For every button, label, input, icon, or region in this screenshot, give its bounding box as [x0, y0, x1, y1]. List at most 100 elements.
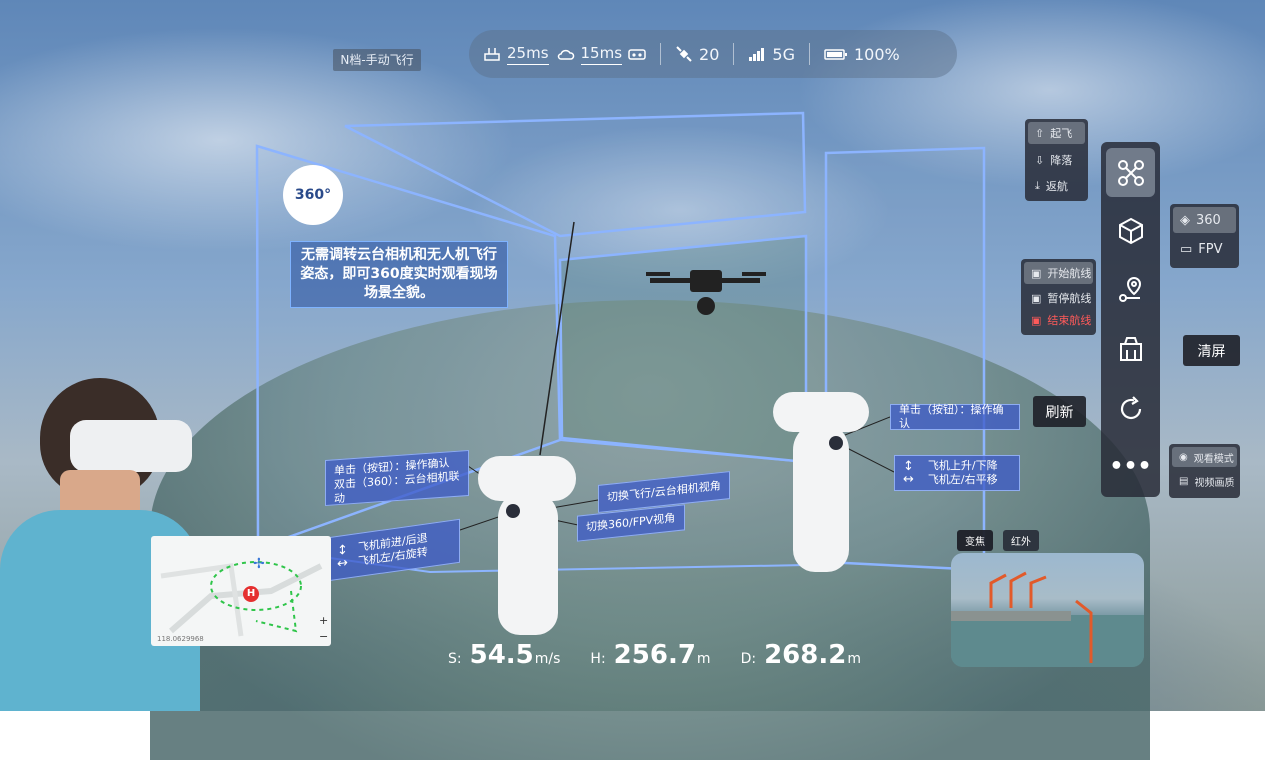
- height-label: H:: [590, 651, 606, 667]
- land-label: 降落: [1050, 154, 1073, 167]
- refresh-tooltip: 刷新: [1033, 396, 1086, 427]
- route-pin-icon: [1118, 276, 1141, 302]
- route-button[interactable]: [1106, 264, 1155, 313]
- battery-status: 100%: [824, 45, 900, 64]
- cloud-latency: 15ms: [557, 44, 647, 65]
- battery-icon: [824, 49, 847, 60]
- cloud-icon: [557, 49, 574, 60]
- distance-label: D:: [740, 651, 757, 667]
- video-quality-label: 视频画质: [1194, 477, 1235, 489]
- vr-headset: [70, 420, 192, 472]
- speed-readout: S: 54.5 m/s: [448, 640, 560, 670]
- distance-readout: D: 268.2 m: [741, 640, 861, 670]
- thumbstick-icon: [506, 504, 520, 518]
- height-readout: H: 256.7 m: [590, 640, 710, 670]
- flight-mode-badge: N档-手动飞行: [333, 49, 421, 71]
- camera-tabs: 变焦 红外: [957, 530, 1039, 551]
- view-fpv-button[interactable]: ▭ FPV: [1170, 236, 1239, 262]
- info-callout: 无需调转云台相机和无人机飞行姿态，即可360度实时观看现场场景全貌。: [290, 241, 508, 308]
- battery-level: 100%: [853, 44, 900, 64]
- distance-value: 268.2: [764, 640, 847, 670]
- view-mode-menu: ◈ 360 ▭ FPV: [1170, 204, 1239, 268]
- takeoff-label: 起飞: [1050, 127, 1073, 140]
- video-quality-button[interactable]: ▤ 视频画质: [1169, 470, 1240, 492]
- clear-screen-tooltip: 清屏: [1183, 335, 1240, 366]
- speed-value: 54.5: [469, 640, 534, 670]
- takeoff-button[interactable]: ⇧ 起飞: [1028, 122, 1085, 144]
- end-route-button[interactable]: ▣ 结束航线: [1021, 309, 1096, 331]
- status-bar: 25ms 15ms 20 5G 100%: [469, 30, 957, 78]
- watch-menu: ◉ 观看模式 ▤ 视频画质: [1169, 444, 1240, 498]
- upload-icon: ⇧: [1035, 126, 1045, 140]
- right-stick-label: ↕ ↔ 飞机上升/下降 飞机左/右平移: [894, 455, 1020, 491]
- satellite-icon: [676, 46, 692, 62]
- tab-infrared[interactable]: 红外: [1003, 530, 1039, 551]
- divider: [733, 43, 735, 65]
- pause-route-label: 暂停航线: [1047, 292, 1092, 305]
- hd-icon: ▤: [1179, 475, 1189, 487]
- more-button[interactable]: •••: [1106, 442, 1155, 491]
- home-marker-icon: H: [243, 586, 259, 602]
- vr-headset-icon: [628, 49, 646, 60]
- cube-icon: [1118, 217, 1143, 244]
- link-latency: 25ms: [483, 44, 549, 65]
- more-icon: •••: [1109, 454, 1152, 479]
- move-arrows-icon: ↕ ↔: [903, 459, 914, 487]
- telemetry-readout: S: 54.5 m/s H: 256.7 m D: 268.2 m: [448, 640, 891, 670]
- signal-icon: [749, 48, 765, 61]
- divider: [660, 43, 662, 65]
- camera-icon: ▭: [1180, 241, 1193, 257]
- map-coordinate: 118.0629968: [157, 635, 204, 643]
- satellite-status: 20: [675, 45, 719, 64]
- divider: [808, 43, 810, 65]
- view-360-label: 360: [1196, 212, 1221, 228]
- thumbstick-icon: [829, 436, 843, 450]
- distance-unit: m: [847, 651, 861, 667]
- left-click-label: 单击（按钮）：操作确认 双击（360）：云台相机联动: [325, 449, 469, 507]
- download-icon: ⇩: [1035, 153, 1045, 167]
- label-text: 飞机前进/后退 飞机左/右旋转: [358, 531, 428, 569]
- return-icon: ⤓: [1035, 179, 1040, 192]
- route-menu: ▣ 开始航线 ▣ 暂停航线 ▣ 结束航线: [1021, 259, 1096, 335]
- start-route-label: 开始航线: [1047, 267, 1092, 280]
- refresh-icon: [1120, 395, 1141, 419]
- end-route-label: 结束航线: [1047, 314, 1092, 327]
- height-value: 256.7: [613, 640, 696, 670]
- speed-label: S:: [448, 651, 462, 667]
- land-button[interactable]: ⇩ 降落: [1025, 147, 1088, 173]
- eye-icon: ◉: [1179, 451, 1188, 463]
- start-route-button[interactable]: ▣ 开始航线: [1024, 262, 1093, 284]
- label-line: 飞机左/右平移: [927, 473, 998, 486]
- network-status: 5G: [748, 45, 795, 64]
- flight-control-menu: ⇧ 起飞 ⇩ 降落 ⤓ 返航: [1025, 119, 1088, 201]
- panorama-icon: ◈: [1180, 212, 1190, 228]
- camera-preview[interactable]: [951, 553, 1144, 667]
- route-icon: ▣: [1031, 266, 1042, 280]
- drone-icon: [1117, 159, 1144, 186]
- drone-control-button[interactable]: [1106, 148, 1155, 197]
- 3d-model-button[interactable]: [1106, 206, 1155, 255]
- speed-unit: m/s: [534, 651, 561, 667]
- return-home-button[interactable]: ⤓ 返航: [1025, 173, 1088, 199]
- right-vr-controller: [773, 392, 869, 572]
- watch-mode-button[interactable]: ◉ 观看模式: [1172, 447, 1237, 467]
- map-zoom-in-button[interactable]: +: [319, 614, 328, 627]
- network-type: 5G: [772, 44, 795, 64]
- route-icon: ▣: [1031, 313, 1042, 327]
- minimap[interactable]: H ✢ 118.0629968 + −: [151, 536, 331, 646]
- height-unit: m: [696, 651, 711, 667]
- badge-360-icon: 360°: [283, 165, 343, 225]
- center-panel-frame: [558, 234, 808, 464]
- pause-route-button[interactable]: ▣ 暂停航线: [1021, 287, 1096, 309]
- view-360-button[interactable]: ◈ 360: [1173, 207, 1236, 233]
- router-icon: [484, 48, 500, 61]
- tab-zoom[interactable]: 变焦: [957, 530, 993, 551]
- map-zoom-out-button[interactable]: −: [319, 630, 328, 643]
- cloud-latency-value: 15ms: [580, 44, 623, 65]
- right-click-label: 单击（按钮）：操作确认: [890, 403, 1020, 430]
- map-route: [160, 561, 323, 637]
- refresh-button[interactable]: [1106, 384, 1155, 433]
- link-latency-value: 25ms: [507, 44, 549, 65]
- clear-screen-button[interactable]: [1106, 324, 1155, 373]
- view-fpv-label: FPV: [1198, 241, 1223, 257]
